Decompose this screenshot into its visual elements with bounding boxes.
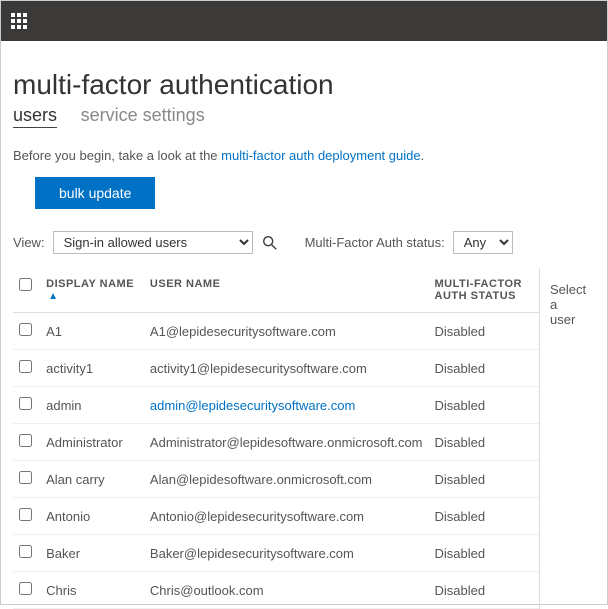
cell-display-name: Administrator [40,424,144,461]
col-display-name-label: DISPLAY NAME [46,278,134,290]
row-checkbox[interactable] [19,471,32,484]
cell-mfa-status: Disabled [429,387,540,424]
table-row[interactable]: Antonio Antonio@lepidesecuritysoftware.co… [13,498,539,535]
cell-display-name: admin [40,387,144,424]
users-table: DISPLAY NAME ▲ USER NAME MULTI-FACTOR AU… [13,268,539,609]
cell-display-name: Chris [40,572,144,609]
cell-mfa-status: Disabled [429,313,540,350]
cell-user-name: Antonio@lepidesecuritysoftware.com [144,498,429,535]
user-email: Baker@lepidesecuritysoftware.com [150,546,354,561]
tab-service-settings[interactable]: service settings [81,105,205,125]
intro-text: Before you begin, take a look at the mul… [13,148,595,163]
cell-user-name: Baker@lepidesecuritysoftware.com [144,535,429,572]
cell-display-name: A1 [40,313,144,350]
user-email: A1@lepidesecuritysoftware.com [150,324,336,339]
cell-user-name: A1@lepidesecuritysoftware.com [144,313,429,350]
select-all-checkbox[interactable] [19,278,32,291]
row-checkbox[interactable] [19,545,32,558]
user-email: activity1@lepidesecuritysoftware.com [150,361,367,376]
cell-user-name: Chris@outlook.com [144,572,429,609]
intro-suffix: . [421,148,425,163]
table-row[interactable]: A1 A1@lepidesecuritysoftware.com Disabled [13,313,539,350]
row-checkbox[interactable] [19,323,32,336]
user-email-link[interactable]: admin@lepidesecuritysoftware.com [150,398,355,413]
cell-display-name: activity1 [40,350,144,387]
cell-mfa-status: Disabled [429,424,540,461]
search-icon[interactable] [261,234,279,252]
table-row[interactable]: Baker Baker@lepidesecuritysoftware.com Dis… [13,535,539,572]
row-checkbox[interactable] [19,397,32,410]
row-checkbox[interactable] [19,360,32,373]
table-row[interactable]: admin admin@lepidesecuritysoftware.com Dis… [13,387,539,424]
select-user-prompt: Select a user [550,282,585,327]
cell-mfa-status: Disabled [429,572,540,609]
cell-mfa-status: Disabled [429,498,540,535]
side-panel: Select a user [539,268,595,609]
cell-mfa-status: Disabled [429,461,540,498]
row-checkbox[interactable] [19,582,32,595]
row-checkbox[interactable] [19,508,32,521]
table-row[interactable]: activity1 activity1@lepidesecuritysoftwar… [13,350,539,387]
cell-display-name: Alan carry [40,461,144,498]
intro-prefix: Before you begin, take a look at the [13,148,221,163]
table-row[interactable]: Chris Chris@outlook.com Disabled [13,572,539,609]
table-row[interactable]: Alan carry Alan@lepidesoftware.onmicrosof… [13,461,539,498]
cell-display-name: Antonio [40,498,144,535]
tab-users[interactable]: users [13,105,57,128]
mfa-status-select[interactable]: Any [453,231,513,254]
user-email: Chris@outlook.com [150,583,264,598]
cell-user-name: activity1@lepidesecuritysoftware.com [144,350,429,387]
top-bar [1,1,607,41]
app-launcher-icon[interactable] [11,13,27,29]
user-email: Administrator@lepidesoftware.onmicrosoft… [150,435,423,450]
view-label: View: [13,235,45,250]
row-checkbox[interactable] [19,434,32,447]
cell-display-name: Baker [40,535,144,572]
cell-user-name: admin@lepidesecuritysoftware.com [144,387,429,424]
deployment-guide-link[interactable]: multi-factor auth deployment guide [221,148,420,163]
col-display-name[interactable]: DISPLAY NAME ▲ [40,268,144,313]
bulk-update-button[interactable]: bulk update [35,177,155,209]
page-title: multi-factor authentication [13,69,595,101]
user-email: Alan@lepidesoftware.onmicrosoft.com [150,472,372,487]
user-email: Antonio@lepidesecuritysoftware.com [150,509,364,524]
tabs: users service settings [13,105,595,126]
sort-asc-icon: ▲ [48,291,58,302]
col-mfa-status[interactable]: MULTI-FACTOR AUTH STATUS [429,268,540,313]
view-select[interactable]: Sign-in allowed users [53,231,253,254]
cell-user-name: Alan@lepidesoftware.onmicrosoft.com [144,461,429,498]
cell-mfa-status: Disabled [429,350,540,387]
cell-mfa-status: Disabled [429,535,540,572]
mfa-status-label: Multi-Factor Auth status: [305,235,445,250]
table-row[interactable]: Administrator Administrator@lepidesoftwar… [13,424,539,461]
col-user-name[interactable]: USER NAME [144,268,429,313]
cell-user-name: Administrator@lepidesoftware.onmicrosoft… [144,424,429,461]
